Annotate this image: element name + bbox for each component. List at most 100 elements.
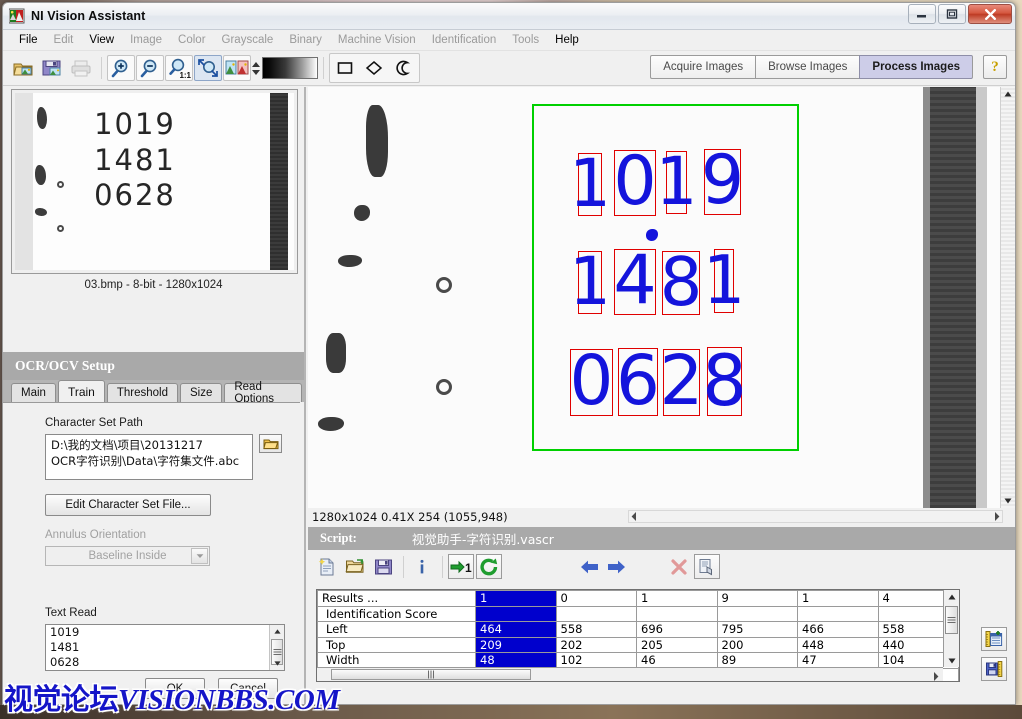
menu-item-help[interactable]: Help [547,32,587,48]
maximize-button[interactable] [938,4,966,24]
tab-browse-images[interactable]: Browse Images [755,55,859,79]
results-column-header-2[interactable]: 1 [637,591,718,607]
zoom-in-icon[interactable] [107,55,135,81]
run-once-icon[interactable]: 1 [448,554,474,579]
run-continuous-icon[interactable] [476,554,502,579]
next-step-icon[interactable] [604,554,630,579]
results-column-header-0[interactable]: 1 [476,591,557,607]
chevron-down-icon[interactable] [191,548,208,564]
char-box-r2c3[interactable]: 8 [662,251,700,315]
scroll-up-icon[interactable] [270,625,284,638]
roi-rotated-rectangle-icon[interactable] [360,55,388,81]
results-cell-0-3 [717,606,798,622]
canvas-scroll-down-icon[interactable] [1001,494,1015,508]
canvas-scroll-up-icon[interactable] [1001,87,1015,101]
results-vertical-scrollbar[interactable] [943,590,959,667]
palette-stepper[interactable] [252,62,260,75]
tab-size[interactable]: Size [180,383,222,402]
open-image-icon[interactable] [9,55,37,81]
tab-threshold[interactable]: Threshold [107,383,178,402]
image-browser-thumbnail[interactable]: 1019 1481 0628 [11,89,298,274]
results-scroll-thumb[interactable] [945,606,958,634]
scroll-down-icon[interactable] [270,657,284,670]
results-row-label: Results ... [318,591,476,607]
text-read-scrollbar[interactable] [269,625,284,670]
results-column-header-3[interactable]: 9 [717,591,798,607]
table-row-header[interactable]: Results ... 1 0 1 9 1 4 [318,591,959,607]
character-set-path-field[interactable]: D:\我的文档\项目\20131217 OCR字符识别\Data\字符集文件.a… [45,434,253,480]
tab-read-options[interactable]: Read Options [224,383,302,402]
save-script-icon[interactable] [370,554,396,579]
close-button[interactable] [968,4,1012,24]
canvas-vertical-scrollbar[interactable] [1000,87,1015,508]
menu-item-edit[interactable]: Edit [46,32,82,48]
add-measurement-icon[interactable] [981,627,1007,651]
canvas-scroll-left-icon[interactable] [631,511,637,525]
zoom-fit-icon[interactable] [194,55,222,81]
results-scroll-up-icon[interactable] [944,590,959,603]
results-hscroll-right-icon[interactable] [933,669,939,682]
copy-step-icon[interactable] [694,554,720,579]
menu-item-color[interactable]: Color [170,32,213,48]
char-box-r2c2[interactable]: 4 [614,249,656,315]
script-info-icon[interactable] [409,554,435,579]
menu-item-identification[interactable]: Identification [424,32,505,48]
char-box-r3c2[interactable]: 6 [618,348,658,416]
previous-step-icon[interactable] [576,554,602,579]
menu-item-image[interactable]: Image [122,32,170,48]
annulus-orientation-select[interactable]: Baseline Inside [45,546,210,566]
help-icon[interactable]: ? [983,55,1007,79]
table-row[interactable]: Width 48 102 46 89 47 104 [318,653,959,669]
menu-item-file[interactable]: File [11,32,46,48]
menu-item-grayscale[interactable]: Grayscale [214,32,282,48]
text-read-listbox[interactable]: 1019 1481 0628 [45,624,285,671]
results-column-header-4[interactable]: 1 [798,591,879,607]
script-label: Script: [308,531,357,546]
save-measurement-icon[interactable] [981,657,1007,681]
roi-annulus-icon[interactable] [389,55,417,81]
tab-main[interactable]: Main [11,383,56,402]
table-row[interactable]: Top 209 202 205 200 448 440 [318,637,959,653]
zoom-actual-size-icon[interactable]: 1:1 [165,55,193,81]
color-palette-bar[interactable] [262,57,318,79]
results-table[interactable]: Results ... 1 0 1 9 1 4 Identification S… [316,589,960,682]
canvas-horizontal-scrollbar[interactable] [628,510,1003,523]
results-column-header-1[interactable]: 0 [556,591,637,607]
save-image-icon[interactable] [38,55,66,81]
char-box-r3c4[interactable]: 8 [707,347,742,416]
char-box-r1c1[interactable]: 1 [578,153,602,216]
tab-train[interactable]: Train [58,380,105,402]
roi-rectangle-icon[interactable] [331,55,359,81]
char-box-r3c3[interactable]: 2 [663,349,700,416]
results-scroll-down-icon[interactable] [944,654,959,667]
minimize-button[interactable] [908,4,936,24]
tab-process-images[interactable]: Process Images [859,55,973,79]
image-compare-icon[interactable] [223,55,251,81]
script-header-bar: Script: 视觉助手-字符识别.vascr [308,527,1015,550]
edit-character-set-file-button[interactable]: Edit Character Set File... [45,494,211,516]
char-box-r1c2[interactable]: 0 [614,150,656,216]
annulus-orientation-label: Annulus Orientation [45,529,146,541]
char-box-r1c4[interactable]: 9 [704,149,741,215]
menu-item-tools[interactable]: Tools [504,32,547,48]
char-box-r2c1[interactable]: 1 [578,251,602,314]
new-script-icon[interactable] [314,554,340,579]
zoom-out-icon[interactable] [136,55,164,81]
tab-acquire-images[interactable]: Acquire Images [650,55,755,79]
menu-item-view[interactable]: View [81,32,122,48]
table-row[interactable]: Identification Score [318,606,959,622]
folder-open-icon[interactable] [259,434,282,453]
results-horizontal-scrollbar[interactable] [317,667,943,681]
table-row[interactable]: Left 464 558 696 795 466 558 [318,622,959,638]
results-hscroll-thumb[interactable] [331,669,531,680]
char-box-r2c4[interactable]: 1 [714,249,734,313]
canvas-scroll-right-icon[interactable] [994,511,1000,525]
image-canvas[interactable]: 1 0 1 9 1 [308,87,1015,508]
menu-item-binary[interactable]: Binary [281,32,330,48]
open-script-icon[interactable] [342,554,368,579]
roi-rectangle[interactable]: 1 0 1 9 1 [532,104,799,451]
char-box-r1c3[interactable]: 1 [666,151,687,214]
menu-item-machine-vision[interactable]: Machine Vision [330,32,424,48]
char-box-r3c1[interactable]: 0 [570,349,613,416]
canvas-dark-column [929,87,977,508]
